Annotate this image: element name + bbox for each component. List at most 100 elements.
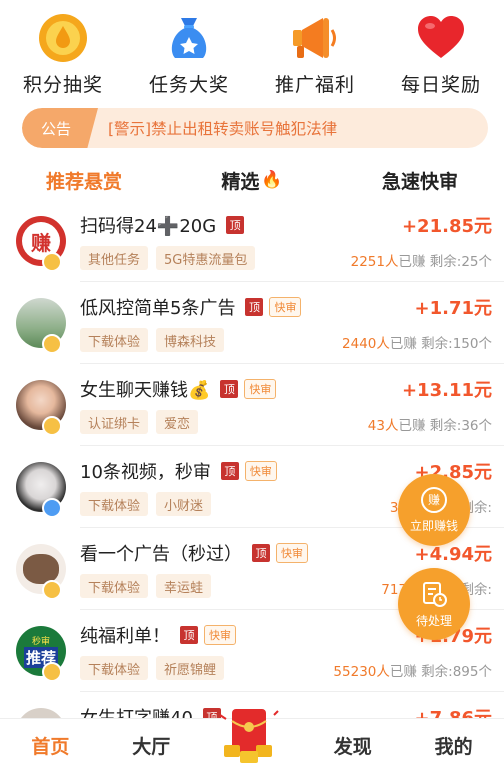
nav-home[interactable]: 首页 bbox=[0, 719, 101, 771]
nav-label: 发现 bbox=[333, 735, 372, 758]
quick-item-promotion[interactable]: 推广福利 bbox=[252, 0, 378, 100]
task-row[interactable]: 女生打字赚40 顶 +7.86元 bbox=[16, 692, 504, 718]
nav-label: 我的 bbox=[434, 735, 473, 758]
task-title: 女生打字赚40 bbox=[80, 704, 193, 718]
remaining-count: 剩余:36个 bbox=[429, 418, 492, 434]
task-reward: +21.85元 bbox=[401, 216, 492, 237]
fast-review-badge: 快审 bbox=[276, 543, 308, 563]
pinned-badge: 顶 bbox=[252, 544, 270, 562]
quick-label: 每日奖励 bbox=[400, 74, 481, 96]
task-tag: 下载体验 bbox=[80, 328, 149, 352]
tab-label: 精选 bbox=[221, 170, 260, 193]
tab-label: 急速快审 bbox=[381, 170, 458, 193]
task-tag: 爱恋 bbox=[156, 410, 199, 434]
task-title: 低风控简单5条广告 bbox=[80, 298, 236, 319]
nav-red-packet[interactable] bbox=[202, 709, 303, 771]
task-title: 10条视频，秒审 bbox=[80, 462, 211, 483]
fast-review-badge: 快审 bbox=[244, 461, 277, 481]
verified-badge-icon bbox=[42, 252, 62, 272]
task-tag: 认证绑卡 bbox=[80, 410, 149, 434]
verified-badge-icon bbox=[42, 416, 62, 436]
earned-suffix: 已赚 bbox=[389, 664, 417, 680]
announcement-text: [警示]禁止出租转卖账号触犯法律 bbox=[108, 120, 338, 138]
pending-button[interactable]: 待处理 bbox=[398, 568, 470, 640]
clipboard-clock-icon bbox=[423, 581, 447, 607]
task-reward: +13.11元 bbox=[401, 380, 492, 401]
quick-actions: 积分抽奖 任务大奖 推广福利 每日奖励 bbox=[0, 0, 504, 100]
task-reward: +7.86元 bbox=[415, 704, 493, 718]
nav-hall[interactable]: 大厅 bbox=[101, 719, 202, 771]
task-tag: 祈愿锦鲤 bbox=[156, 656, 225, 680]
task-title: 看一个广告（秒过） bbox=[80, 544, 242, 565]
task-row[interactable]: 赚 扫码得24➕20G 顶 +21.85元 其他任务 5G特惠流量包 2251人… bbox=[16, 200, 504, 282]
red-packet-icon bbox=[219, 709, 279, 763]
remaining-count: 剩余:895个 bbox=[421, 664, 492, 680]
task-tag: 下载体验 bbox=[80, 574, 149, 598]
task-title: 女生聊天赚钱💰 bbox=[80, 380, 211, 401]
task-tag: 博森科技 bbox=[156, 328, 225, 352]
task-list: 赚 扫码得24➕20G 顶 +21.85元 其他任务 5G特惠流量包 2251人… bbox=[0, 200, 504, 718]
fast-review-badge: 快审 bbox=[204, 625, 236, 645]
task-tabs: 推荐悬赏 精选 🔥 急速快审 bbox=[0, 160, 504, 200]
pinned-badge: 顶 bbox=[220, 380, 239, 398]
coin-drop-icon bbox=[39, 14, 87, 62]
quick-item-points-lottery[interactable]: 积分抽奖 bbox=[0, 0, 126, 100]
heart-icon bbox=[418, 16, 464, 58]
task-tag: 5G特惠流量包 bbox=[156, 246, 256, 270]
earn-icon: 赚 bbox=[421, 486, 447, 513]
task-tag: 其他任务 bbox=[80, 246, 149, 270]
earned-count: 2440人 bbox=[342, 336, 390, 352]
task-stats: 2251人已赚 剩余:25个 bbox=[351, 250, 492, 270]
money-bag-icon bbox=[171, 18, 207, 58]
pinned-badge: 顶 bbox=[220, 462, 239, 480]
earned-suffix: 已赚 bbox=[389, 336, 417, 352]
task-tag: 小财迷 bbox=[156, 492, 212, 516]
avatar bbox=[16, 708, 66, 718]
quick-label: 任务大奖 bbox=[148, 74, 229, 96]
task-tag: 下载体验 bbox=[80, 656, 149, 680]
earned-suffix: 已赚 bbox=[398, 418, 426, 434]
tab-featured[interactable]: 精选 🔥 bbox=[168, 160, 336, 200]
task-stats: 2440人已赚 剩余:150个 bbox=[342, 332, 492, 352]
pinned-badge: 顶 bbox=[180, 626, 198, 644]
fast-review-badge: 快审 bbox=[244, 379, 277, 399]
task-tag: 下载体验 bbox=[80, 492, 149, 516]
announcement-tag: 公告 bbox=[22, 108, 98, 148]
tab-fast-review[interactable]: 急速快审 bbox=[336, 160, 504, 200]
remaining-count: 剩余:25个 bbox=[429, 254, 492, 270]
task-reward: +1.71元 bbox=[414, 298, 493, 319]
earn-now-label: 立即赚钱 bbox=[409, 518, 458, 533]
megaphone-icon bbox=[293, 18, 336, 58]
fire-icon: 🔥 bbox=[261, 170, 283, 190]
pinned-badge: 顶 bbox=[245, 298, 264, 316]
bottom-nav: 首页 大厅 发现 我的 bbox=[0, 709, 504, 771]
nav-mine[interactable]: 我的 bbox=[403, 719, 504, 771]
earned-count: 43人 bbox=[367, 418, 399, 434]
pending-label: 待处理 bbox=[415, 613, 452, 628]
task-row[interactable]: 女生聊天赚钱💰 顶 快审 +13.11元 认证绑卡 爱恋 43人已赚 剩余:36… bbox=[16, 364, 504, 446]
task-title: 纯福利单！ bbox=[80, 626, 170, 647]
quick-label: 推广福利 bbox=[274, 74, 355, 96]
earned-count: 55230人 bbox=[333, 664, 390, 680]
remaining-count: 剩余:150个 bbox=[421, 336, 492, 352]
task-row[interactable]: 低风控简单5条广告 顶 快审 +1.71元 下载体验 博森科技 2440人已赚 … bbox=[16, 282, 504, 364]
quick-label: 积分抽奖 bbox=[22, 74, 103, 96]
nav-label: 大厅 bbox=[132, 735, 171, 758]
earned-count: 2251人 bbox=[350, 254, 399, 270]
pinned-badge: 顶 bbox=[226, 216, 245, 234]
verified-badge-icon bbox=[42, 662, 62, 682]
task-title: 扫码得24➕20G bbox=[80, 216, 217, 237]
avatar-miaoshen-text: 秒审 bbox=[31, 637, 50, 647]
task-tag: 幸运蛙 bbox=[156, 574, 212, 598]
earned-suffix: 已赚 bbox=[398, 254, 426, 270]
earn-now-button[interactable]: 赚 立即赚钱 bbox=[398, 474, 470, 546]
nav-discover[interactable]: 发现 bbox=[302, 719, 403, 771]
announcement-bar[interactable]: 公告 [警示]禁止出租转卖账号触犯法律 bbox=[22, 108, 488, 148]
quick-item-daily-reward[interactable]: 每日奖励 bbox=[378, 0, 504, 100]
nav-label: 首页 bbox=[31, 735, 70, 758]
fast-review-badge: 快审 bbox=[269, 297, 302, 317]
quick-item-task-prize[interactable]: 任务大奖 bbox=[126, 0, 252, 100]
tab-label: 推荐悬赏 bbox=[45, 170, 122, 193]
verified-badge-icon bbox=[42, 580, 62, 600]
tab-recommended[interactable]: 推荐悬赏 bbox=[0, 160, 168, 200]
